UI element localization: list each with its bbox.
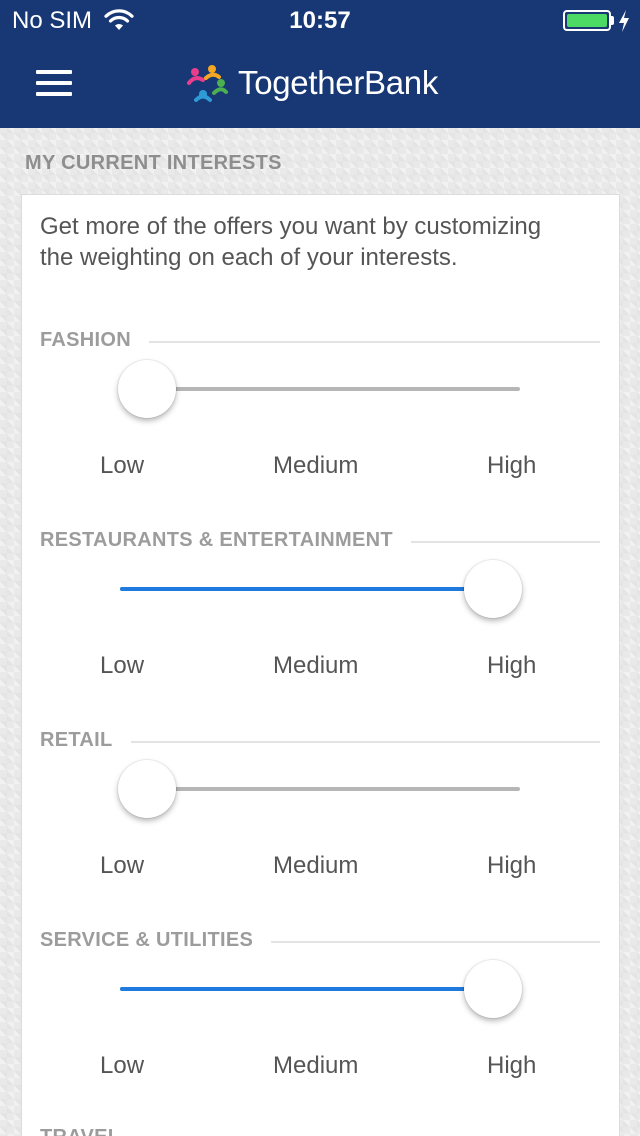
category-label: RESTAURANTS & ENTERTAINMENT	[40, 529, 411, 552]
slider-fill	[120, 587, 493, 591]
battery-icon	[563, 10, 611, 31]
tick-label-high: High	[487, 852, 537, 879]
category-label: SERVICE & UTILITIES	[40, 929, 272, 952]
tick-label-medium: Medium	[273, 852, 359, 879]
status-bar: No SIM 10:57	[0, 0, 640, 40]
restaurants-weight-slider[interactable]	[118, 559, 522, 619]
clock: 10:57	[289, 7, 351, 34]
hamburger-menu-icon[interactable]	[36, 68, 72, 98]
category-label-travel: TRAVEL	[40, 1126, 120, 1136]
tick-label-medium: Medium	[273, 452, 359, 479]
category-label: FASHION	[40, 329, 149, 352]
tick-label-high: High	[487, 652, 537, 679]
tick-label-low: Low	[100, 452, 145, 479]
interest-fashion: FASHION Low Medium High	[0, 329, 640, 529]
interest-restaurants-entertainment: RESTAURANTS & ENTERTAINMENT Low Medium H…	[0, 529, 640, 729]
tick-label-high: High	[487, 1052, 537, 1079]
slider-track	[120, 387, 520, 391]
slider-thumb[interactable]	[118, 360, 176, 418]
retail-weight-slider[interactable]	[118, 759, 522, 819]
slider-track	[120, 787, 520, 791]
service-utilities-weight-slider[interactable]	[118, 959, 522, 1019]
tick-label-high: High	[487, 452, 537, 479]
interest-service-utilities: SERVICE & UTILITIES Low Medium High	[0, 929, 640, 1129]
slider-thumb[interactable]	[464, 560, 522, 618]
tick-label-low: Low	[100, 852, 145, 879]
tick-label-low: Low	[100, 1052, 145, 1079]
slider-thumb[interactable]	[464, 960, 522, 1018]
brand-name: TogetherBank	[238, 64, 439, 101]
tick-label-medium: Medium	[273, 652, 359, 679]
slider-fill	[120, 987, 493, 991]
intro-text: Get more of the offers you want by custo…	[40, 213, 542, 271]
tick-label-medium: Medium	[273, 1052, 359, 1079]
fashion-weight-slider[interactable]	[118, 359, 522, 419]
tick-label-low: Low	[100, 652, 145, 679]
interest-retail: RETAIL Low Medium High	[0, 729, 640, 929]
category-label: RETAIL	[40, 729, 131, 752]
bolt-icon	[619, 10, 629, 32]
section-title: MY CURRENT INTERESTS	[25, 152, 282, 174]
togetherbank-logo-icon	[187, 65, 228, 102]
slider-thumb[interactable]	[118, 760, 176, 818]
battery-cap	[611, 16, 614, 25]
app-header: No SIM 10:57 TogetherBank	[0, 0, 640, 128]
